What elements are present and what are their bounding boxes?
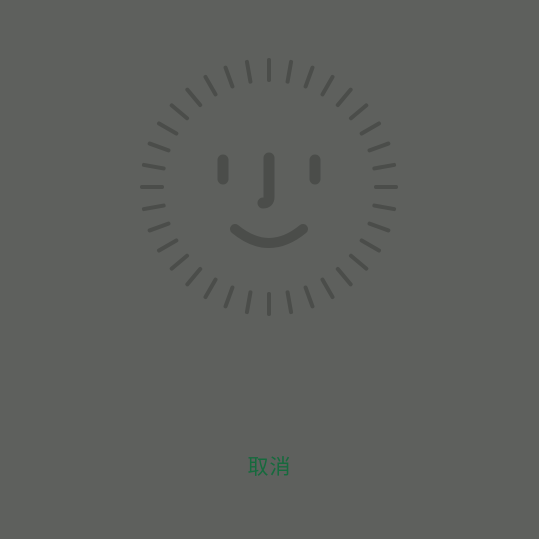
scan-ring-tick [285,59,294,84]
scan-ring-tick [141,203,166,212]
scan-ring-tick [359,121,381,136]
scan-ring-tick [203,75,218,97]
face-scan-indicator [139,57,399,317]
scan-ring-tick [372,162,397,171]
scan-ring-tick [223,285,235,309]
scan-ring-tick [320,277,335,299]
face-id-icon [140,58,398,316]
scan-ring-tick [203,277,218,299]
face-verification-screen: 取消 [0,0,539,539]
scan-ring-tick [372,203,397,212]
scan-ring-tick [244,59,253,84]
nose [257,152,275,209]
scan-ring-tick [147,141,171,153]
scan-ring-tick [169,253,190,271]
scan-ring-tick [335,87,353,108]
scan-ring-tick [303,285,315,309]
scan-ring-tick [185,266,203,287]
scan-ring-tick [320,75,335,97]
smile-mouth [230,224,308,248]
scan-ring-tick [367,141,391,153]
scan-ring-tick [348,103,369,121]
cancel-button[interactable]: 取消 [230,452,310,484]
scan-ring-tick [367,221,391,233]
scan-ring-tick [285,290,294,315]
scan-ring-tick [141,162,166,171]
scan-ring-tick [348,253,369,271]
scan-ring-tick [303,65,315,89]
scan-ring-tick [147,221,171,233]
scan-ring-tick [185,87,203,108]
scan-ring-tick [157,238,179,253]
scan-ring-tick [223,65,235,89]
scan-ring-tick [157,121,179,136]
scan-ring-tick [169,103,190,121]
scan-ring-tick [359,238,381,253]
scan-ring-tick [244,290,253,315]
scan-ring-tick [335,266,353,287]
